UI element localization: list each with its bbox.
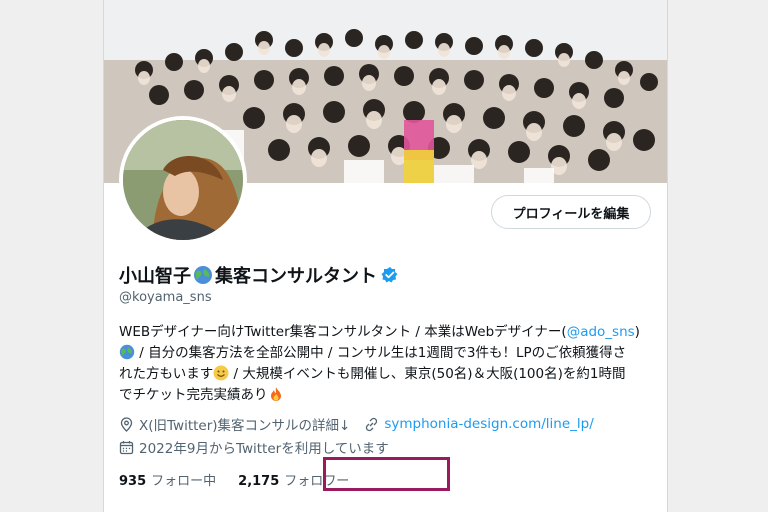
fire-emoji-icon <box>268 386 284 402</box>
bio-line-3: れた方もいます / 大規模イベントも開催し、東京(50名)＆大阪(100名)を約… <box>119 364 654 385</box>
display-name-suffix: 集客コンサルタント <box>215 266 377 287</box>
globe-emoji-icon <box>119 344 135 360</box>
location-text: X(旧Twitter)集客コンサルの詳細↓ <box>139 418 351 434</box>
bio-text: ) <box>634 324 640 340</box>
website-link[interactable]: symphonia-design.com/line_lp/ <box>384 416 593 432</box>
link-icon <box>364 417 379 432</box>
globe-emoji-icon <box>193 265 213 285</box>
display-name-text: 小山智子 <box>119 266 191 287</box>
edit-profile-button[interactable]: プロフィールを編集 <box>491 195 651 229</box>
followers-highlight-box <box>323 457 450 491</box>
avatar-photo <box>123 120 243 240</box>
profile-meta-row: X(旧Twitter)集客コンサルの詳細↓ symphonia-design.c… <box>119 414 594 434</box>
bio-line-1: WEBデザイナー向けTwitter集客コンサルタント / 本業はWebデザイナー… <box>119 322 654 343</box>
bio-line-4: でチケット完売実績あり <box>119 385 654 406</box>
display-name: 小山智子 集客コンサルタント <box>119 262 399 288</box>
profile-joined-row: 2022年9月からTwitterを利用しています <box>119 437 389 457</box>
bio-text: / 自分の集客方法を全部公開中 / コンサル生は1週間で3件も！LPのご依頼獲得… <box>135 345 627 361</box>
calendar-icon <box>119 440 134 455</box>
following-count: 935 <box>119 474 147 489</box>
bio-line-2: / 自分の集客方法を全部公開中 / コンサル生は1週間で3件も！LPのご依頼獲得… <box>119 343 654 364</box>
joined-date: 2022年9月からTwitterを利用しています <box>139 441 389 457</box>
bio-text: / 大規模イベントも開催し、東京(50名)＆大阪(100名)を約1時間 <box>229 366 626 382</box>
profile-avatar[interactable] <box>119 116 247 244</box>
profile-panel: プロフィールを編集 小山智子 集客コンサルタント @koyama_sns WEB… <box>103 0 668 512</box>
bio-text: れた方もいます <box>119 366 214 382</box>
location-pin-icon <box>119 416 134 432</box>
bio-text: でチケット完売実績あり <box>119 387 268 403</box>
bio-mention-link[interactable]: @ado_sns <box>567 324 635 340</box>
bio-text: WEBデザイナー向けTwitter集客コンサルタント / 本業はWebデザイナー… <box>119 324 567 340</box>
followers-count: 2,175 <box>238 474 280 489</box>
following-label: フォロー中 <box>151 474 217 489</box>
profile-bio: WEBデザイナー向けTwitter集客コンサルタント / 本業はWebデザイナー… <box>119 322 654 406</box>
smiling-face-emoji-icon <box>213 365 229 381</box>
verified-badge-icon[interactable] <box>381 266 399 284</box>
follow-stats: 935 フォロー中 2,175 フォロワー <box>119 470 349 489</box>
following-link[interactable]: 935 フォロー中 <box>119 470 216 489</box>
user-handle: @koyama_sns <box>119 290 212 305</box>
